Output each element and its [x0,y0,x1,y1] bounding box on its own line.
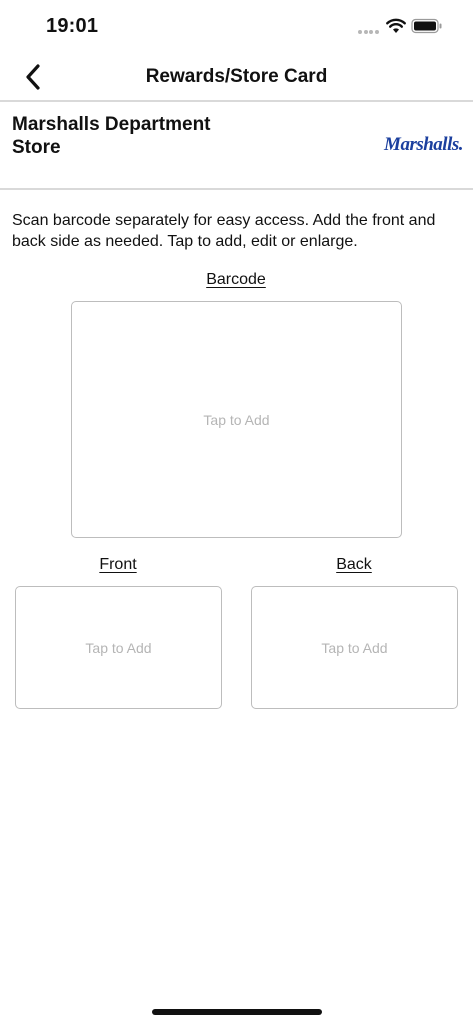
wifi-icon [386,18,406,33]
instructions-text: Scan barcode separately for easy access.… [12,212,436,250]
status-bar: 19:01 [0,0,473,54]
back-placeholder: Tap to Add [321,639,388,656]
store-header: Marshalls Department Store Marshalls. [0,103,473,188]
home-indicator[interactable] [152,1009,322,1015]
page-title: Rewards/Store Card [145,66,328,87]
store-divider [0,188,473,190]
battery-icon [411,18,442,34]
back-label: Back [336,556,372,573]
nav-bar: Rewards/Store Card [0,54,473,100]
barcode-placeholder: Tap to Add [203,411,270,428]
store-name: Marshalls Department Store [12,114,211,158]
store-logo: Marshalls. [384,134,463,155]
barcode-label: Barcode [206,271,266,288]
front-add-box[interactable]: Tap to Add [15,586,222,709]
status-time: 19:01 [46,15,99,37]
signal-dots-icon [358,30,380,34]
nav-divider [0,100,473,102]
front-placeholder: Tap to Add [85,639,152,656]
front-label: Front [99,556,137,573]
barcode-add-box[interactable]: Tap to Add [71,301,402,538]
back-add-box[interactable]: Tap to Add [251,586,458,709]
